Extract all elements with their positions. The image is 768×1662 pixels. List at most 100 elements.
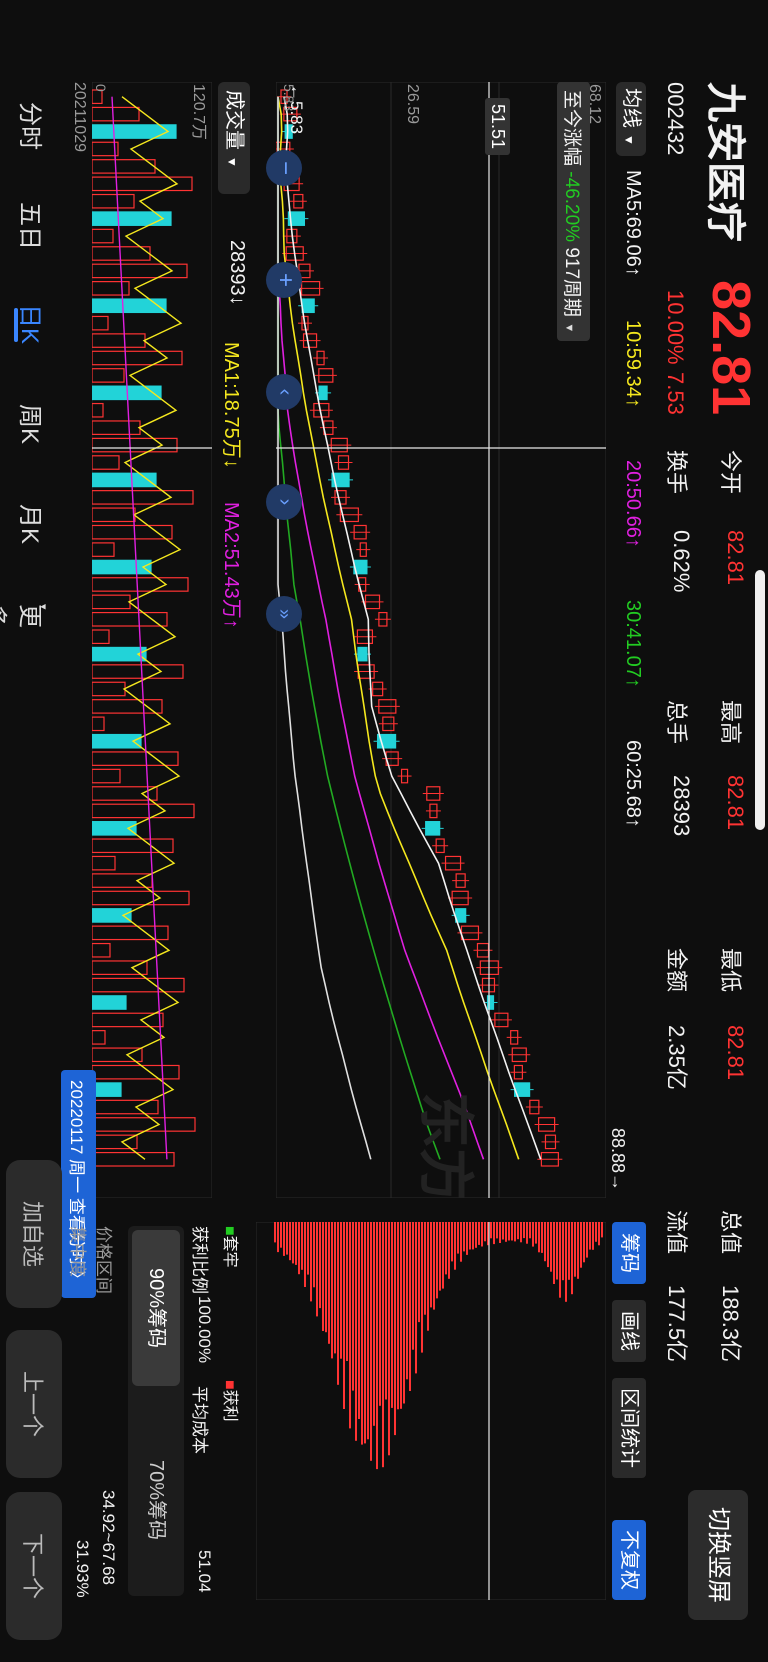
chip-bar (394, 1222, 396, 1436)
volume-axis-top: 120.7万 (190, 84, 207, 140)
chip-bar (343, 1222, 345, 1409)
volume-chart[interactable]: 120.7万 0 (92, 82, 212, 1198)
legend-loss: ■套牢 (221, 1226, 238, 1268)
tab-intraday[interactable]: 分时 (15, 102, 50, 150)
chip-tab-bar: 90%筹码 70%筹码 (128, 1226, 184, 1596)
indicator-selector[interactable]: 成交量 ▼ (218, 82, 250, 194)
zoom-in-button[interactable]: + (266, 262, 302, 298)
chip-bar (280, 1222, 282, 1248)
prev-stock-button[interactable]: 上一个 (6, 1330, 62, 1478)
chip-bar (355, 1222, 357, 1441)
chip-bar (553, 1222, 555, 1284)
tab-90-chips[interactable]: 90%筹码 (132, 1230, 180, 1386)
scroll-right-button[interactable]: › (266, 484, 302, 520)
chip-bar (307, 1222, 309, 1275)
chip-bar (277, 1222, 279, 1253)
chip-bar (463, 1222, 465, 1252)
add-watchlist-button[interactable]: 加自选 (6, 1160, 62, 1308)
amount-value: 2.35亿 (664, 1025, 689, 1090)
switch-portrait-button[interactable]: 切换竖屏 (688, 1490, 748, 1620)
chip-bar (325, 1222, 327, 1333)
tab-weekly-k[interactable]: 周K (15, 404, 50, 444)
chip-bar (496, 1222, 498, 1239)
chevron-right-icon: › (274, 498, 296, 506)
chip-bar (574, 1222, 576, 1277)
chip-bar (400, 1222, 402, 1409)
jump-end-button[interactable]: » (266, 596, 302, 632)
ma60-value: 60:25.68↑ (622, 740, 644, 828)
high-value: 82.81 (723, 775, 748, 831)
candle-body (318, 385, 328, 401)
chip-bar (493, 1222, 495, 1245)
tab-daily-k[interactable]: 日K (15, 304, 50, 344)
chip-bar (559, 1222, 561, 1298)
minus-icon: − (272, 160, 299, 175)
chip-bar (547, 1222, 549, 1268)
chip-bar (475, 1222, 477, 1248)
stock-name: 九安医疗 (703, 82, 747, 242)
range-change-box[interactable]: 至今涨幅 -46.20% 917周期 ▼ (557, 82, 590, 342)
zoom-out-button[interactable]: − (266, 150, 302, 186)
chip-bar (310, 1222, 312, 1302)
legend-profit: ■获利 (221, 1380, 238, 1422)
chip-bar (286, 1222, 288, 1255)
chip-bar (301, 1222, 303, 1270)
turnover-label: 换手 (664, 450, 689, 495)
volume-bar (92, 124, 177, 139)
chip-bar (421, 1222, 423, 1353)
scroll-left-button[interactable]: ‹ (266, 374, 302, 410)
chip-bar (409, 1222, 411, 1391)
no-adjust-button[interactable]: 不复权 (612, 1520, 646, 1600)
chip-bar (481, 1222, 483, 1247)
next-stock-button[interactable]: 下一个 (6, 1492, 62, 1640)
ma-selector[interactable]: 均线 ▼ (616, 82, 646, 156)
chip-bar (373, 1222, 375, 1426)
chip-bar (532, 1222, 534, 1247)
chip-bar (592, 1222, 594, 1250)
chip-bar (505, 1222, 507, 1242)
chip-bar (442, 1222, 444, 1289)
chevron-down-icon: ▼ (225, 156, 239, 168)
tab-monthly-k[interactable]: 月K (15, 504, 50, 544)
range-pct: -46.20% (561, 171, 582, 243)
open-value: 82.81 (723, 530, 748, 586)
max-price-marker: 88.88→ (608, 1128, 628, 1192)
candle-body (425, 821, 441, 836)
chip-bar (334, 1222, 336, 1354)
avg-cost-value: 51.04 (195, 1550, 214, 1593)
skip-end-icon: » (275, 608, 295, 619)
chip-bar (322, 1222, 324, 1331)
chips-button[interactable]: 筹码 (612, 1222, 646, 1284)
stock-code: 002432 (663, 82, 688, 156)
turnover-value: 0.62% (669, 530, 694, 593)
chip-bar (424, 1222, 426, 1315)
chip-bar (406, 1222, 408, 1380)
chip-bar (502, 1222, 504, 1240)
chip-bar (367, 1222, 369, 1440)
chip-bar (397, 1222, 399, 1410)
range-label: 至今涨幅 (561, 90, 582, 167)
tab-five-day[interactable]: 五日 (15, 202, 50, 250)
ma10-value: 10:59.34↑ (622, 320, 644, 408)
chip-bar (412, 1222, 414, 1350)
avg-cost-label: 平均成本 (190, 1386, 209, 1454)
chip-bar (541, 1222, 543, 1253)
chip-bar (535, 1222, 537, 1244)
chip-bar (304, 1222, 306, 1287)
tab-70-chips[interactable]: 70%筹码 (132, 1422, 180, 1578)
chip-bar (427, 1222, 429, 1331)
cursor-price-tag: 51.51 (485, 98, 510, 156)
price-range-value: 34.92~67.68 (99, 1490, 118, 1586)
chip-bar (391, 1222, 393, 1408)
chip-bar (520, 1222, 522, 1243)
chip-bar (418, 1222, 420, 1323)
volume-bar (92, 995, 127, 1010)
chip-bar (586, 1222, 588, 1258)
chip-bar (358, 1222, 360, 1419)
chip-bar (466, 1222, 468, 1255)
chip-bar (565, 1222, 567, 1302)
draw-line-button[interactable]: 画线 (612, 1300, 646, 1362)
range-stats-button[interactable]: 区间统计 (612, 1378, 646, 1478)
watermark: 东方财富 (414, 1092, 477, 1198)
volume-ma2: MA2:51.43万↑ (220, 502, 242, 629)
